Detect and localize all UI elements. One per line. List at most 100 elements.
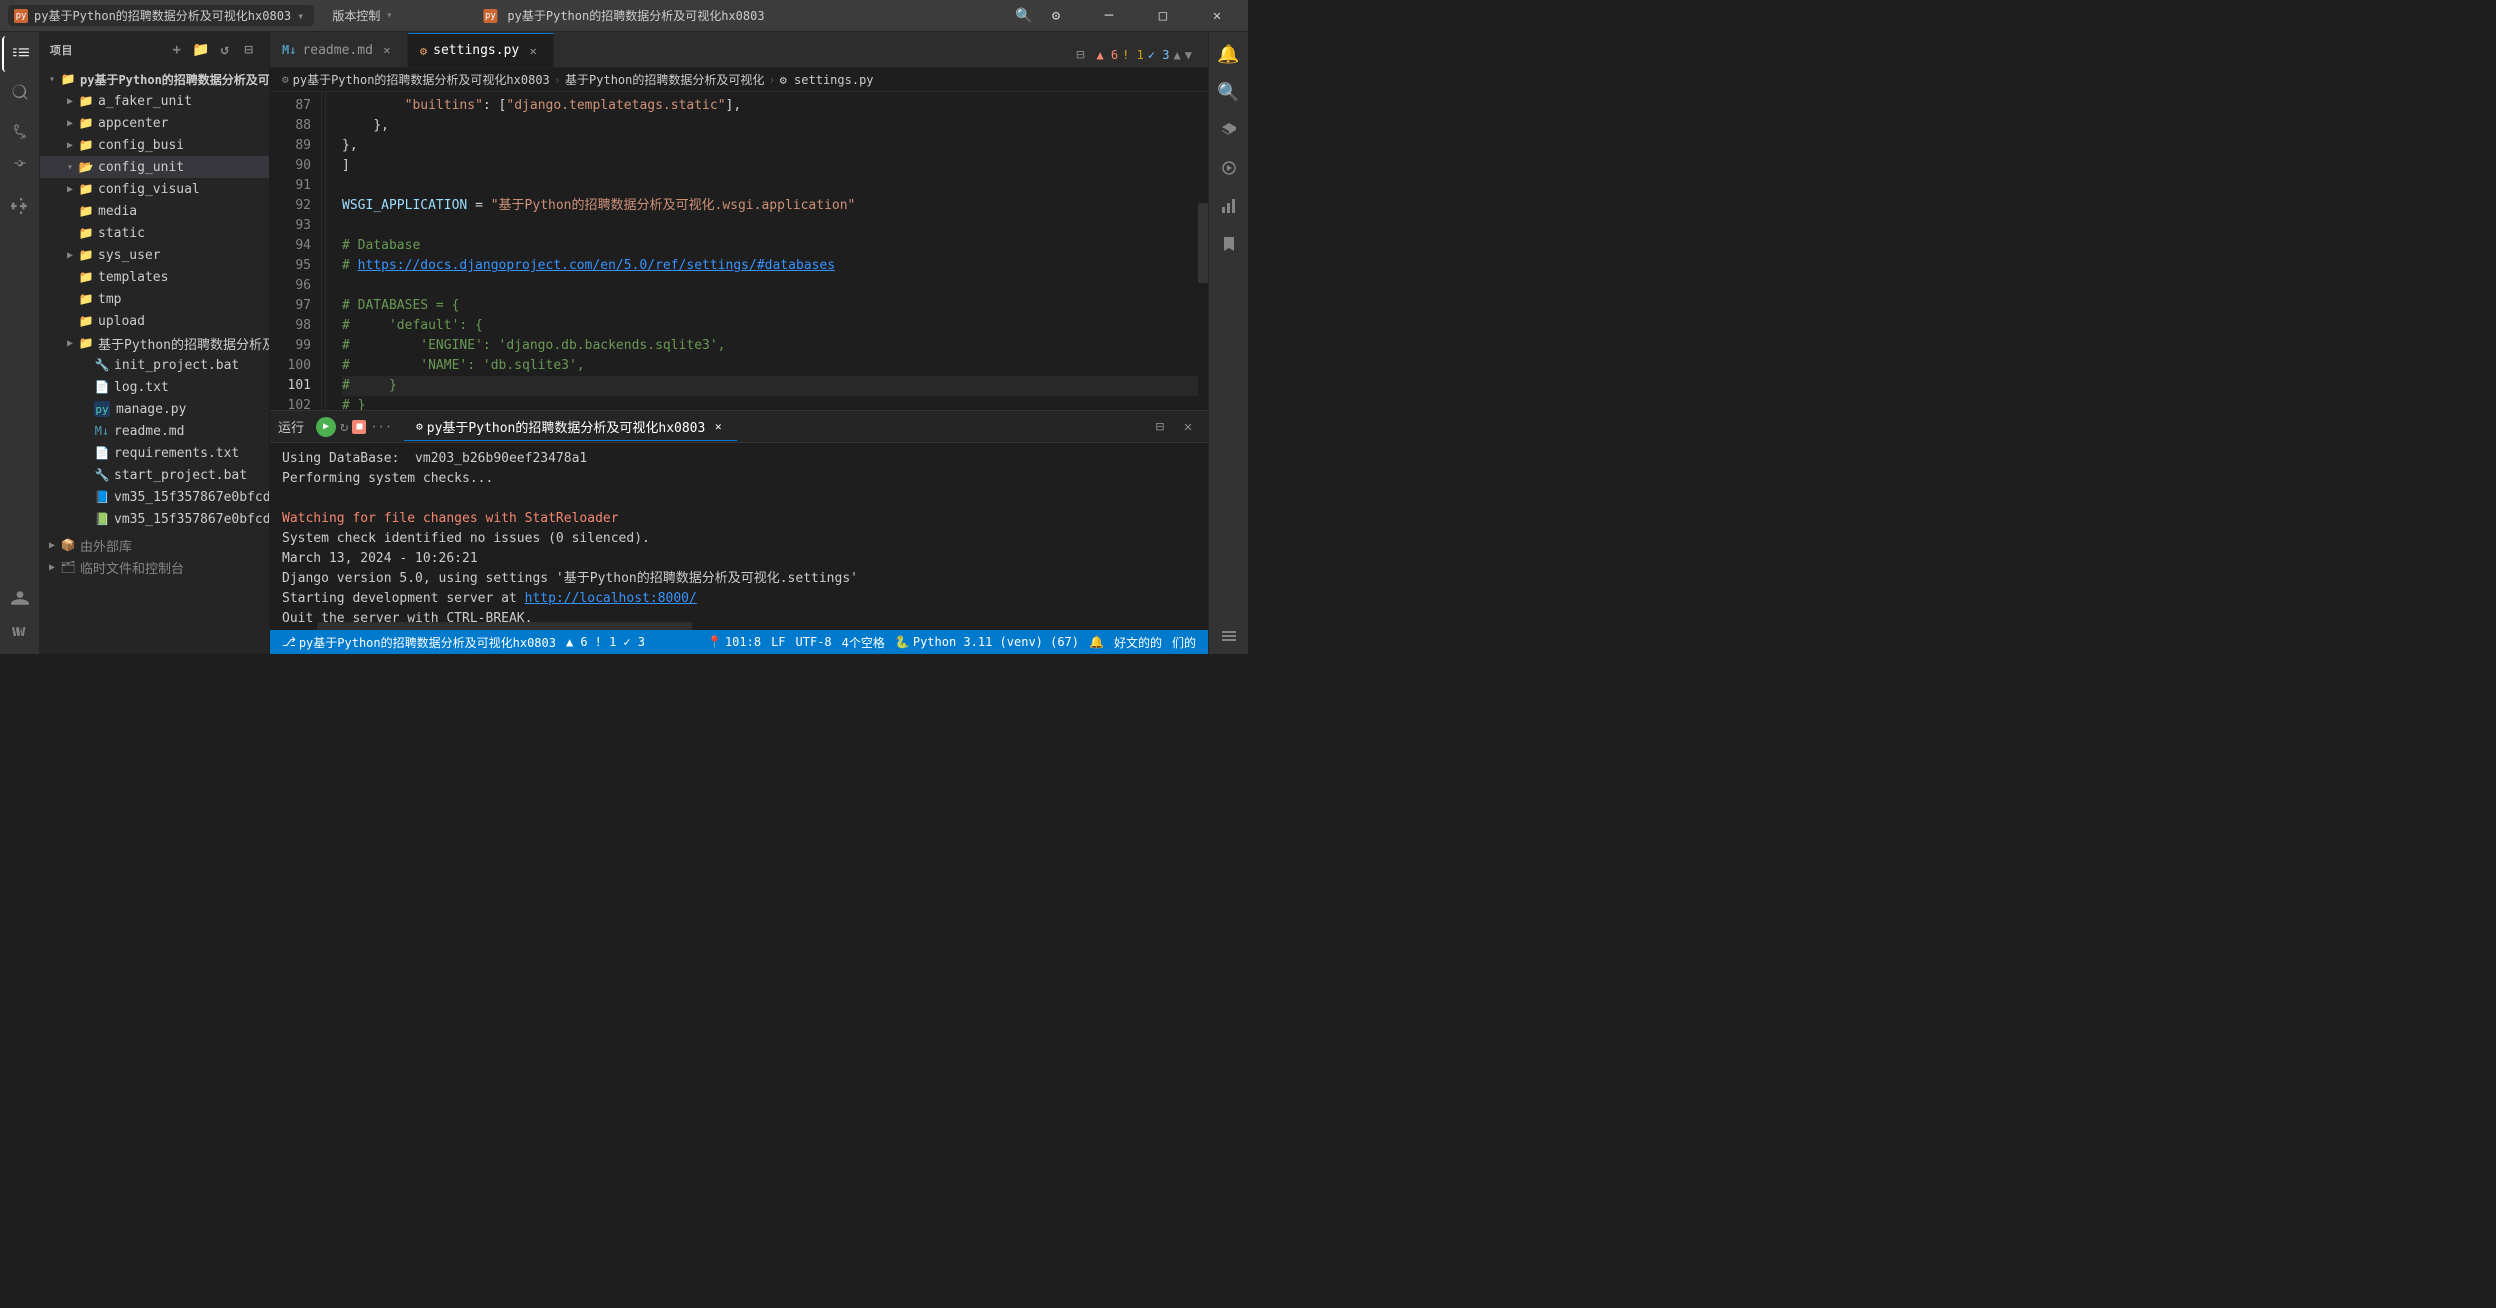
terminal-line-watching: Watching for file changes with StatReloa… <box>282 509 1196 529</box>
tmp-icon: 📁 <box>78 291 94 307</box>
run-play-button[interactable]: ▶ <box>316 417 336 437</box>
right-debug-run-icon[interactable] <box>1211 150 1247 186</box>
terminal-tab[interactable]: ⚙ py基于Python的招聘数据分析及可视化hx0803 ✕ <box>404 413 737 441</box>
source-control-icon[interactable] <box>2 112 38 148</box>
vertical-scrollbar[interactable] <box>1198 92 1208 410</box>
tab-readme[interactable]: M↓ readme.md ✕ <box>270 33 408 67</box>
sidebar-item-appcenter[interactable]: ▶ 📁 appcenter <box>40 112 269 134</box>
status-indent[interactable]: 4个空格 <box>838 630 889 654</box>
panel-close-button[interactable]: ✕ <box>1176 415 1200 439</box>
breadcrumb-item-1[interactable]: 基于Python的招聘数据分析及可视化 <box>565 71 764 88</box>
new-file-button[interactable]: + <box>167 40 187 60</box>
status-bell[interactable]: 🔔 <box>1085 630 1108 654</box>
project-folder-icon: 📁 <box>60 71 76 87</box>
tab-split-button[interactable]: ⊟ <box>1068 43 1092 67</box>
terminal-content[interactable]: Using DataBase: vm203_b26b90eef23478a1 P… <box>270 443 1208 622</box>
right-notifications-icon[interactable]: 🔔 <box>1211 36 1247 72</box>
sidebar-item-requirements[interactable]: ▶ 📄 requirements.txt <box>40 442 269 464</box>
settings-tab-icon: ⚙ <box>420 44 427 58</box>
sidebar-item-manage-py[interactable]: ▶ py manage.py <box>40 398 269 420</box>
appcenter-arrow: ▶ <box>62 115 78 131</box>
tab-settings[interactable]: ⚙ settings.py ✕ <box>408 33 554 67</box>
right-layers-icon[interactable] <box>1211 112 1247 148</box>
code-line-92: WSGI_APPLICATION = "基于Python的招聘数据分析及可视化.… <box>342 196 1198 216</box>
nav-up[interactable]: ▲ <box>1174 48 1181 62</box>
run-restart-button[interactable]: ↻ <box>340 419 348 435</box>
status-branch[interactable]: ⎇ py基于Python的招聘数据分析及可视化hx0803 <box>278 630 560 654</box>
error-icon: ▲ 6 <box>566 635 588 649</box>
sidebar-item-vm35-xlsx[interactable]: ▶ 📗 vm35_15f357867e0bfcda.xlsx <box>40 508 269 530</box>
run-more-button[interactable]: ··· <box>370 420 392 434</box>
nav-down[interactable]: ▼ <box>1185 48 1192 62</box>
config-busi-icon: 📁 <box>78 137 94 153</box>
code-line-97: # DATABASES = { <box>342 296 1198 316</box>
right-bookmark-icon[interactable] <box>1211 226 1247 262</box>
terminal-line-3 <box>282 489 1196 509</box>
sidebar-item-readme[interactable]: ▶ M↓ readme.md <box>40 420 269 442</box>
status-errors[interactable]: ▲ 6 ! 1 ✓ 3 <box>562 630 649 654</box>
sidebar-item-sys-user[interactable]: ▶ 📁 sys_user <box>40 244 269 266</box>
terminal-tab-icon: ⚙ <box>416 420 423 433</box>
collapse-all-button[interactable]: ⊟ <box>239 40 259 60</box>
error-count: ▲ 6 <box>1096 48 1118 62</box>
debug-icon[interactable] <box>2 150 38 186</box>
sidebar-item-upload[interactable]: ▶ 📁 upload <box>40 310 269 332</box>
sidebar-item-log[interactable]: ▶ 📄 log.txt <box>40 376 269 398</box>
minimize-button[interactable]: ─ <box>1086 0 1132 32</box>
sidebar-item-start-project[interactable]: ▶ 🔧 start_project.bat <box>40 464 269 486</box>
a-faker-unit-arrow: ▶ <box>62 93 78 109</box>
subproject-icon: 📁 <box>78 335 94 351</box>
version-control-tab[interactable]: 版本控制 ▾ <box>326 5 398 26</box>
sidebar-item-a-faker-unit[interactable]: ▶ 📁 a_faker_unit <box>40 90 269 112</box>
readme-tab-close[interactable]: ✕ <box>379 42 395 58</box>
run-label: 运行 <box>278 417 304 436</box>
status-lf[interactable]: LF <box>767 630 789 654</box>
left-project-tab[interactable]: py py基于Python的招聘数据分析及可视化hx0803 ▾ <box>8 5 314 26</box>
project-root-item[interactable]: ▾ 📁 py基于Python的招聘数据分析及可视化hx0803 D:\Deskt… <box>40 68 269 90</box>
localhost-link[interactable]: http://localhost:8000/ <box>525 591 697 606</box>
code-content[interactable]: "builtins": ["django.templatetags.static… <box>326 92 1198 410</box>
right-chart-icon[interactable] <box>1211 188 1247 224</box>
config-busi-arrow: ▶ <box>62 137 78 153</box>
right-list-icon[interactable] <box>1211 618 1247 654</box>
search-icon[interactable]: 🔍 <box>1010 6 1038 26</box>
search-activity-icon[interactable] <box>2 74 38 110</box>
run-stop-button[interactable]: ■ <box>352 420 366 434</box>
sidebar-item-config-unit[interactable]: ▾ 📂 config_unit <box>40 156 269 178</box>
sidebar-item-subproject[interactable]: ▶ 📁 基于Python的招聘数据分析及可视化 <box>40 332 269 354</box>
code-line-93 <box>342 216 1198 236</box>
right-search-icon[interactable]: 🔍 <box>1211 74 1247 110</box>
sidebar-item-config-visual[interactable]: ▶ 📁 config_visual <box>40 178 269 200</box>
gear-activity-icon[interactable] <box>2 618 38 654</box>
breadcrumb-item-0[interactable]: py基于Python的招聘数据分析及可视化hx0803 <box>293 71 550 88</box>
sidebar-item-config-busi[interactable]: ▶ 📁 config_busi <box>40 134 269 156</box>
close-button[interactable]: ✕ <box>1194 0 1240 32</box>
refresh-button[interactable]: ↺ <box>215 40 235 60</box>
sidebar-item-external-libs[interactable]: ▶ 📦 由外部库 <box>40 534 269 556</box>
new-folder-button[interactable]: 📁 <box>191 40 211 60</box>
sidebar-item-vm35-docx[interactable]: ▶ 📘 vm35_15f357867e0bfcda.docx <box>40 486 269 508</box>
sidebar-item-media[interactable]: ▶ 📁 media <box>40 200 269 222</box>
settings-tab-label: settings.py <box>433 43 519 58</box>
status-language[interactable]: 🐍 Python 3.11 (venv) (67) <box>891 630 1083 654</box>
settings-icon[interactable]: ⚙ <box>1042 6 1070 26</box>
status-encoding[interactable]: UTF-8 <box>792 630 836 654</box>
breadcrumb-item-2[interactable]: ⚙ settings.py <box>780 73 874 87</box>
status-position[interactable]: 📍 101:8 <box>703 630 765 654</box>
language-icon: 🐍 <box>895 635 910 649</box>
sidebar-item-tmp[interactable]: ▶ 📁 tmp <box>40 288 269 310</box>
maximize-button[interactable]: □ <box>1140 0 1186 32</box>
sidebar-item-temp-panel[interactable]: ▶ 🗂 临时文件和控制台 <box>40 556 269 578</box>
extensions-icon[interactable] <box>2 188 38 224</box>
sidebar-item-static[interactable]: ▶ 📁 static <box>40 222 269 244</box>
account-icon[interactable] <box>2 580 38 616</box>
settings-tab-close[interactable]: ✕ <box>525 43 541 59</box>
terminal-tab-close[interactable]: ✕ <box>711 419 725 433</box>
sidebar-actions: + 📁 ↺ ⊟ <box>167 40 259 60</box>
panel-maximize-button[interactable]: ⊟ <box>1148 415 1172 439</box>
sidebar-item-templates[interactable]: ▶ 📁 templates <box>40 266 269 288</box>
sidebar-item-init-project[interactable]: ▶ 🔧 init_project.bat <box>40 354 269 376</box>
explorer-icon[interactable] <box>2 36 38 72</box>
encoding-label: UTF-8 <box>796 635 832 649</box>
horizontal-scrollbar[interactable] <box>270 622 1208 630</box>
